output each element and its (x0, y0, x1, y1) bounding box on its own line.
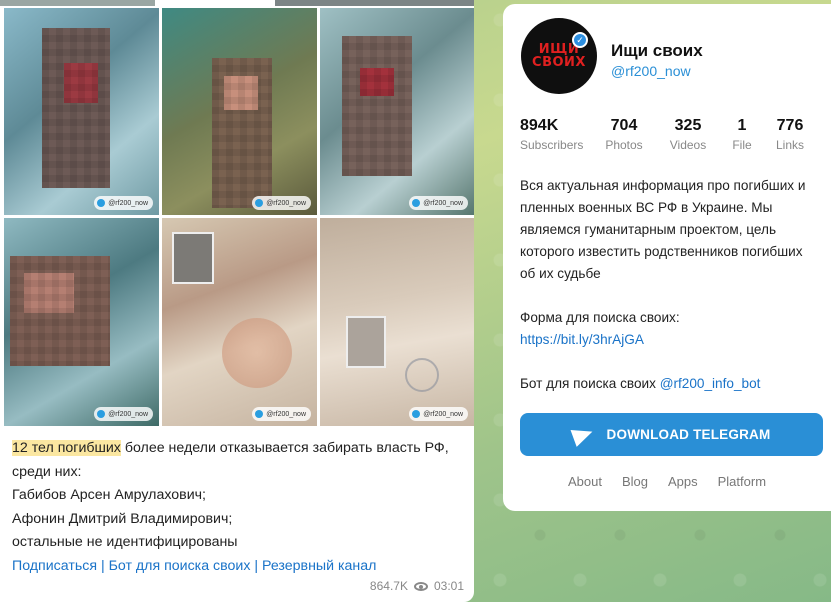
description-text: Вся актуальная информация про погибших и… (520, 178, 806, 281)
view-count: 864.7K (369, 579, 408, 593)
passport-photo (172, 232, 214, 284)
telegram-icon (97, 410, 106, 418)
reserve-channel-link[interactable]: Резервный канал (262, 558, 376, 574)
stat-value: 704 (610, 117, 638, 134)
download-button-label: DOWNLOAD TELEGRAM (606, 427, 771, 442)
bot-link[interactable]: Бот для поиска своих (109, 558, 251, 574)
pixelated-area (64, 63, 98, 103)
bot-handle-link[interactable]: @rf200_info_bot (660, 376, 761, 391)
stat-value: 894K (520, 117, 559, 134)
watermark-badge: @rf200_now (94, 196, 153, 210)
form-link[interactable]: https://bit.ly/3hrAjGA (520, 329, 815, 351)
gallery-photo[interactable]: @rf200_now (320, 218, 474, 426)
caption-line: 12 тел погибших более недели отказываетс… (12, 437, 467, 484)
caption-line: Габибов Арсен Амрулахович; (12, 487, 206, 503)
previous-photo-strip[interactable] (275, 0, 474, 6)
watermark-text: @rf200_now (266, 199, 306, 207)
watermark-text: @rf200_now (108, 199, 148, 207)
highlighted-text: 12 тел погибших (12, 440, 121, 456)
channel-info-card: ИЩИ СВОИХ ✓ Ищи своих @rf200_now 894K Su… (503, 4, 831, 511)
passport-photo (346, 316, 386, 368)
gallery-photo[interactable]: @rf200_now (4, 8, 159, 215)
paper-plane-icon (570, 422, 596, 447)
post-caption: 12 тел погибших более недели отказываетс… (12, 437, 467, 578)
telegram-icon (412, 410, 421, 418)
stat-links[interactable]: 776 Links (766, 116, 814, 154)
channel-handle[interactable]: @rf200_now (611, 63, 691, 79)
avatar-text: СВОИХ (532, 55, 586, 70)
caption-line: остальные не идентифицированы (12, 534, 238, 550)
channel-post: @rf200_now @rf200_now @rf200_now @rf200_… (0, 0, 474, 602)
gallery-photo[interactable]: @rf200_now (4, 218, 159, 426)
telegram-icon (412, 199, 421, 207)
stat-label: Photos (605, 138, 643, 152)
watermark-badge: @rf200_now (409, 196, 468, 210)
link-separator: | (97, 557, 109, 574)
stat-label: Links (775, 138, 804, 152)
caption-line: Афонин Дмитрий Владимирович; (12, 510, 233, 527)
pixelated-area (224, 76, 258, 110)
bot-label: Бот для поиска своих (520, 376, 660, 391)
photo-gallery: @rf200_now @rf200_now @rf200_now @rf200_… (0, 0, 474, 426)
gallery-photo[interactable]: @rf200_now (162, 8, 317, 215)
stat-label: File (732, 138, 752, 152)
stat-file[interactable]: 1 File (718, 116, 766, 154)
footer-platform-link[interactable]: Platform (708, 474, 776, 489)
bot-line: Бот для поиска своих @rf200_info_bot (520, 373, 815, 395)
post-time: 03:01 (433, 579, 464, 593)
link-separator: | (250, 557, 262, 574)
watermark-text: @rf200_now (266, 410, 306, 418)
post-links: Подписаться | Бот для поиска своих | Рез… (12, 555, 467, 579)
stat-value: 325 (674, 117, 702, 134)
gallery-photo[interactable]: @rf200_now (162, 218, 317, 426)
verified-check-icon: ✓ (572, 32, 588, 48)
channel-stats: 894K Subscribers 704 Photos 325 Videos 1… (520, 116, 814, 154)
eye-icon (413, 581, 428, 591)
watermark-text: @rf200_now (423, 199, 463, 207)
gallery-photo[interactable]: @rf200_now (320, 8, 474, 215)
stat-label: Subscribers (520, 138, 584, 152)
pixelated-area (360, 68, 394, 96)
footer-links: About Blog Apps Platform (503, 474, 831, 489)
watermark-badge: @rf200_now (94, 407, 153, 421)
watermark-badge: @rf200_now (409, 407, 468, 421)
download-telegram-button[interactable]: DOWNLOAD TELEGRAM (520, 413, 823, 456)
telegram-icon (97, 199, 106, 207)
watermark-badge: @rf200_now (252, 196, 311, 210)
subscribe-link[interactable]: Подписаться (12, 558, 97, 574)
stat-subscribers: 894K Subscribers (520, 116, 590, 154)
stat-value: 1 (737, 117, 747, 134)
stamp-shape (222, 318, 292, 388)
stat-photos[interactable]: 704 Photos (590, 116, 658, 154)
telegram-icon (255, 410, 264, 418)
previous-photo-strip[interactable] (0, 0, 155, 6)
watermark-text: @rf200_now (108, 410, 148, 418)
footer-apps-link[interactable]: Apps (658, 474, 708, 489)
stat-label: Videos (669, 138, 707, 152)
pixelated-area (24, 273, 74, 313)
pixelated-area (342, 36, 412, 176)
watermark-badge: @rf200_now (252, 407, 311, 421)
footer-about-link[interactable]: About (558, 474, 612, 489)
channel-name: Ищи своих (611, 41, 703, 60)
footer-blog-link[interactable]: Blog (612, 474, 658, 489)
stat-videos[interactable]: 325 Videos (658, 116, 718, 154)
channel-description: Вся актуальная информация про погибших и… (520, 175, 815, 395)
stat-value: 776 (776, 117, 804, 134)
watermark-text: @rf200_now (423, 410, 463, 418)
post-meta: 864.7K 03:01 (370, 579, 464, 593)
form-label: Форма для поиска своих: (520, 310, 680, 325)
telegram-icon (255, 199, 264, 207)
stamp-shape (405, 358, 439, 392)
pixelated-area (42, 28, 110, 188)
channel-avatar[interactable]: ИЩИ СВОИХ (521, 18, 597, 94)
